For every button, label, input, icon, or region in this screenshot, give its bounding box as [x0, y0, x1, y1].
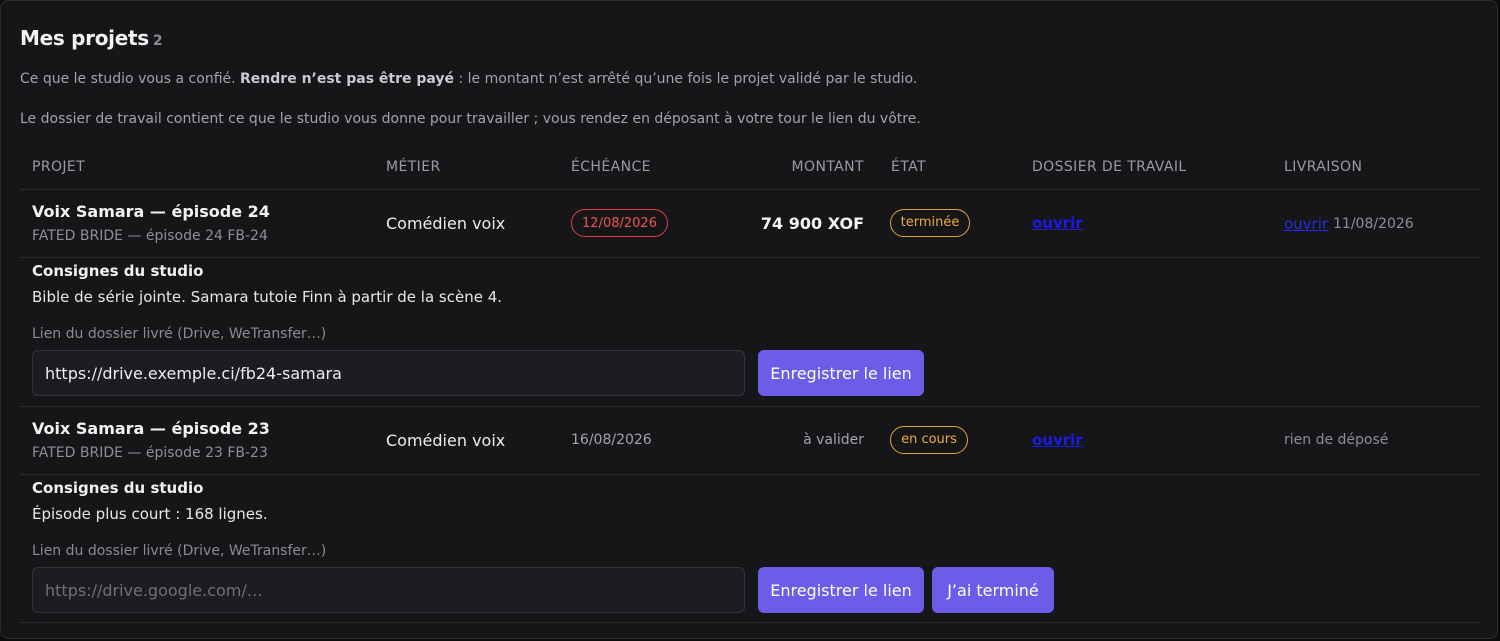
- project-name: Voix Samara — épisode 24: [32, 202, 270, 221]
- workfolder-link[interactable]: ouvrir: [1032, 431, 1083, 449]
- page-title-text: Mes projets: [20, 26, 149, 50]
- project-count: 2: [152, 33, 163, 49]
- project-subtitle: FATED BRIDE — épisode 23 FB-23: [32, 445, 268, 461]
- intro-suffix: : le montant n’est arrêté qu’une fois le…: [454, 71, 918, 87]
- project-role: Comédien voix: [386, 214, 506, 233]
- delivery-status: rien de déposé: [1284, 432, 1389, 448]
- divider: [20, 622, 1481, 623]
- col-header-deadline: ÉCHÉANCE: [571, 159, 651, 175]
- intro-prefix: Ce que le studio vous a confié.: [20, 71, 241, 87]
- projects-panel: Mes projets 2 Ce que le studio vous a con…: [0, 0, 1498, 639]
- project-subtitle: FATED BRIDE — épisode 24 FB-24: [32, 228, 268, 244]
- delivery-link-input[interactable]: [32, 350, 745, 396]
- divider: [20, 474, 1481, 475]
- col-header-workfolder: DOSSIER DE TRAVAIL: [1032, 159, 1187, 175]
- project-name: Voix Samara — épisode 23: [32, 419, 270, 438]
- status-badge: en cours: [890, 426, 968, 454]
- delivery-link-input[interactable]: [32, 567, 745, 613]
- workfolder-link[interactable]: ouvrir: [1032, 214, 1083, 232]
- intro-text-2: Le dossier de travail contient ce que le…: [20, 111, 921, 127]
- divider: [20, 406, 1481, 407]
- delivery-field-label: Lien du dossier livré (Drive, WeTransfer…: [32, 326, 327, 342]
- save-link-button[interactable]: Enregistrer le lien: [758, 350, 924, 396]
- col-header-project: PROJET: [32, 159, 86, 175]
- col-header-amount: MONTANT: [791, 159, 864, 175]
- page-title: Mes projets 2: [20, 26, 163, 50]
- save-link-button[interactable]: Enregistrer le lien: [758, 567, 924, 613]
- divider: [20, 257, 1481, 258]
- notes-title: Consignes du studio: [32, 479, 204, 497]
- deadline-badge: 12/08/2026: [571, 209, 668, 237]
- studio-notes: Épisode plus court : 168 lignes.: [32, 505, 268, 523]
- delivery-link[interactable]: ouvrir: [1284, 215, 1328, 233]
- col-header-status: ÉTAT: [891, 159, 926, 175]
- intro-bold: Rendre n’est pas être payé: [240, 71, 455, 87]
- project-amount: 74 900 XOF: [760, 214, 864, 233]
- notes-title: Consignes du studio: [32, 262, 204, 280]
- status-badge: terminée: [890, 209, 970, 237]
- intro-text: Ce que le studio vous a confié. Rendre n…: [20, 71, 917, 87]
- project-role: Comédien voix: [386, 431, 506, 450]
- col-header-role: MÉTIER: [386, 159, 441, 175]
- delivery-date: 11/08/2026: [1333, 216, 1414, 232]
- mark-done-button[interactable]: J’ai terminé: [932, 567, 1054, 613]
- project-deadline: 16/08/2026: [571, 432, 652, 448]
- studio-notes: Bible de série jointe. Samara tutoie Fin…: [32, 288, 503, 306]
- delivery-field-label: Lien du dossier livré (Drive, WeTransfer…: [32, 543, 327, 559]
- divider: [20, 189, 1481, 190]
- project-amount: à valider: [803, 432, 864, 448]
- col-header-delivery: LIVRAISON: [1284, 159, 1363, 175]
